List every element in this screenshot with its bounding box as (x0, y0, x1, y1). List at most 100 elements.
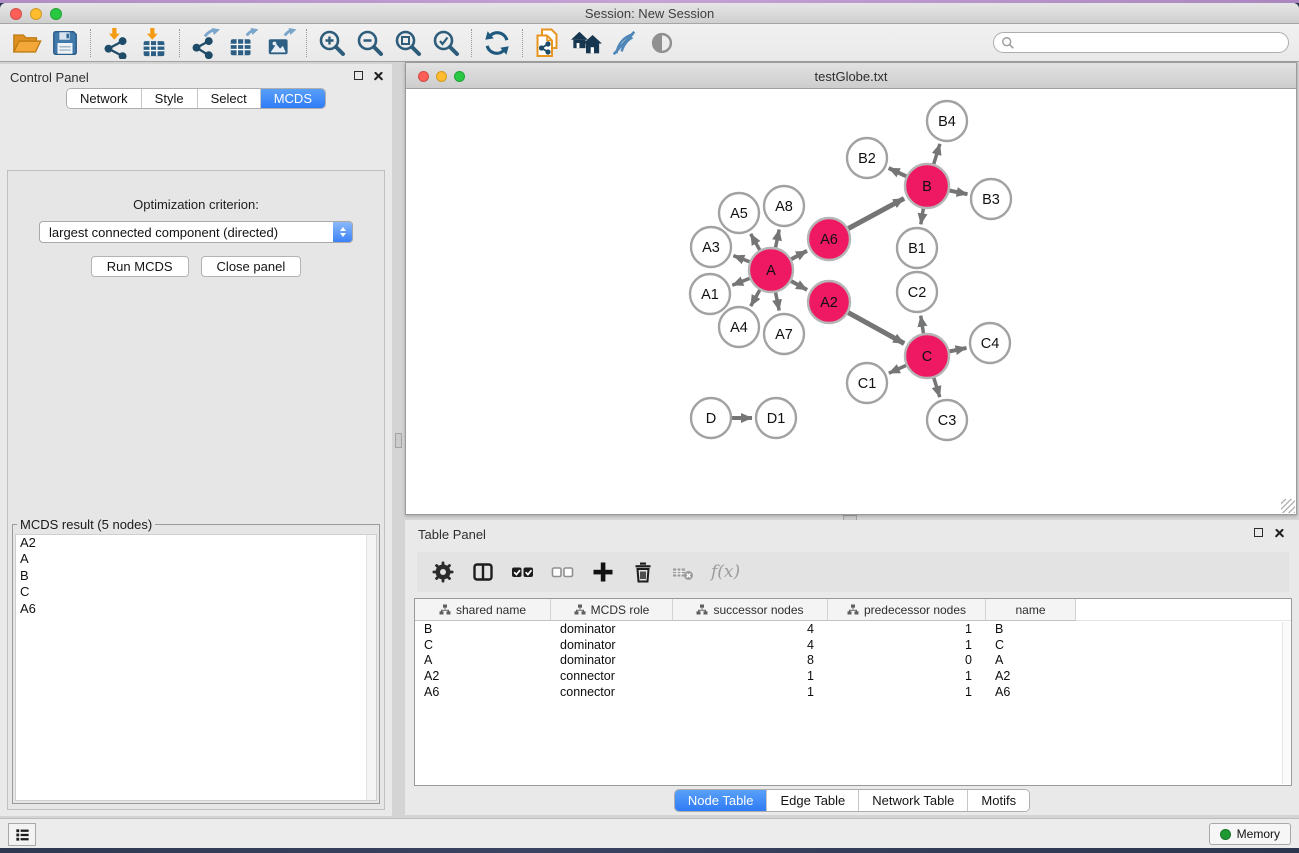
split-columns-icon[interactable] (471, 560, 495, 584)
function-builder-icon[interactable]: f(x) (711, 562, 740, 582)
table-cell: dominator (551, 653, 673, 667)
export-table-icon[interactable] (224, 26, 262, 60)
node-label-A8: A8 (775, 199, 793, 215)
node-label-A2: A2 (820, 295, 838, 311)
add-column-icon[interactable] (591, 560, 615, 584)
column-header-name[interactable]: name (986, 599, 1076, 621)
import-network-icon[interactable] (97, 26, 135, 60)
table-cell: B (415, 622, 551, 636)
tab-mcds[interactable]: MCDS (260, 89, 325, 108)
tab-network-table[interactable]: Network Table (858, 790, 967, 811)
select-all-icon[interactable] (511, 560, 535, 584)
close-panel-button[interactable]: Close panel (201, 256, 302, 277)
network-graph[interactable]: B4B2BB3B1A5A8A6A3AA1C2A4A7A2C4CC1C3DD1 (406, 89, 1293, 514)
mcds-result-item[interactable]: A (16, 551, 376, 567)
network-window-titlebar: testGlobe.txt (406, 63, 1296, 89)
status-bar: Memory (0, 818, 1299, 848)
table-cell: dominator (551, 622, 673, 636)
table-row[interactable]: A2connector11A2 (415, 668, 1291, 684)
zoom-selected-icon[interactable] (427, 26, 465, 60)
first-neighbors-icon[interactable] (567, 26, 605, 60)
toolbar-separator (179, 29, 180, 57)
mcds-result-item[interactable]: A6 (16, 601, 376, 617)
zoom-in-icon[interactable] (313, 26, 351, 60)
export-image-icon[interactable] (262, 26, 300, 60)
float-panel-icon[interactable] (1254, 528, 1263, 537)
tab-motifs[interactable]: Motifs (967, 790, 1029, 811)
main-toolbar (0, 24, 1299, 62)
table-cell: dominator (551, 638, 673, 652)
table-cell: 1 (828, 669, 986, 683)
save-session-icon[interactable] (46, 26, 84, 60)
toolbar-separator (90, 29, 91, 57)
column-header-successor-nodes[interactable]: successor nodes (673, 599, 828, 621)
table-cell: 0 (828, 653, 986, 667)
control-panel-title: Control Panel (10, 70, 89, 85)
column-type-icon (847, 604, 859, 615)
node-label-C4: C4 (981, 336, 1000, 352)
tab-network[interactable]: Network (67, 89, 141, 108)
scrollbar-track[interactable] (366, 535, 376, 800)
delete-column-icon[interactable] (631, 560, 655, 584)
hide-graphics-details-icon[interactable] (605, 26, 643, 60)
table-row[interactable]: A6connector11A6 (415, 684, 1291, 700)
toolbar-separator (522, 29, 523, 57)
mcds-result-item[interactable]: C (16, 584, 376, 600)
table-cell: A2 (986, 669, 1076, 683)
apply-layout-icon[interactable] (478, 26, 516, 60)
tab-style[interactable]: Style (141, 89, 197, 108)
deselect-all-icon[interactable] (551, 560, 575, 584)
memory-button[interactable]: Memory (1209, 823, 1291, 845)
splitter-handle[interactable] (395, 433, 402, 448)
table-row[interactable]: Bdominator41B (415, 621, 1291, 637)
control-panel: Control Panel NetworkStyleSelectMCDS Opt… (0, 64, 392, 816)
network-window-title: testGlobe.txt (406, 69, 1296, 84)
node-table: shared name MCDS role successor nodes pr… (414, 598, 1292, 786)
run-mcds-button[interactable]: Run MCDS (91, 256, 189, 277)
column-header-shared-name[interactable]: shared name (415, 599, 551, 621)
table-toolbar: f(x) (417, 552, 1289, 592)
search-input[interactable] (1015, 36, 1288, 50)
tab-node-table[interactable]: Node Table (675, 790, 767, 811)
close-panel-icon[interactable] (1274, 527, 1285, 538)
optimization-criterion-select[interactable]: largest connected component (directed) (39, 221, 353, 243)
mcds-result-item[interactable]: B (16, 568, 376, 584)
delete-table-icon[interactable] (671, 560, 695, 584)
mcds-result-list[interactable]: A2ABCA6 (15, 534, 377, 801)
tab-select[interactable]: Select (197, 89, 260, 108)
column-header-predecessor-nodes[interactable]: predecessor nodes (828, 599, 986, 621)
node-label-C: C (922, 349, 932, 365)
table-cell: 4 (673, 638, 828, 652)
table-cell: 1 (673, 669, 828, 683)
column-header-mcds-role[interactable]: MCDS role (551, 599, 673, 621)
mcds-result-box: MCDS result (5 nodes) A2ABCA6 (12, 517, 380, 804)
gear-icon[interactable] (431, 560, 455, 584)
table-tabs: Node TableEdge TableNetwork TableMotifs (674, 789, 1030, 812)
import-table-icon[interactable] (135, 26, 173, 60)
export-network-icon[interactable] (186, 26, 224, 60)
zoom-out-icon[interactable] (351, 26, 389, 60)
float-panel-icon[interactable] (354, 71, 363, 80)
table-cell: 1 (828, 685, 986, 699)
scrollbar-track[interactable] (1282, 622, 1290, 784)
close-panel-icon[interactable] (373, 70, 384, 81)
table-row[interactable]: Adominator80A (415, 653, 1291, 669)
table-body: Bdominator41BCdominator41CAdominator80AA… (415, 621, 1291, 700)
open-session-icon[interactable] (8, 26, 46, 60)
resize-grip[interactable] (1281, 499, 1295, 513)
network-view-window: testGlobe.txt B4B2BB3B1A5A8A6A3AA1C2A4A7… (405, 62, 1297, 515)
mcds-result-item[interactable]: A2 (16, 535, 376, 551)
new-network-from-selection-icon[interactable] (529, 26, 567, 60)
network-canvas[interactable]: B4B2BB3B1A5A8A6A3AA1C2A4A7A2C4CC1C3DD1 (406, 89, 1296, 514)
show-graphics-details-icon[interactable] (643, 26, 681, 60)
column-type-icon (439, 604, 451, 615)
task-history-button[interactable] (8, 823, 36, 846)
node-label-B: B (922, 179, 932, 195)
node-label-D: D (706, 411, 716, 427)
tab-edge-table[interactable]: Edge Table (766, 790, 858, 811)
zoom-fit-icon[interactable] (389, 26, 427, 60)
optimization-criterion-label: Optimization criterion: (8, 197, 384, 212)
search-field[interactable] (993, 32, 1289, 53)
mcds-tab-content: Optimization criterion: largest connecte… (7, 170, 385, 810)
table-row[interactable]: Cdominator41C (415, 637, 1291, 653)
